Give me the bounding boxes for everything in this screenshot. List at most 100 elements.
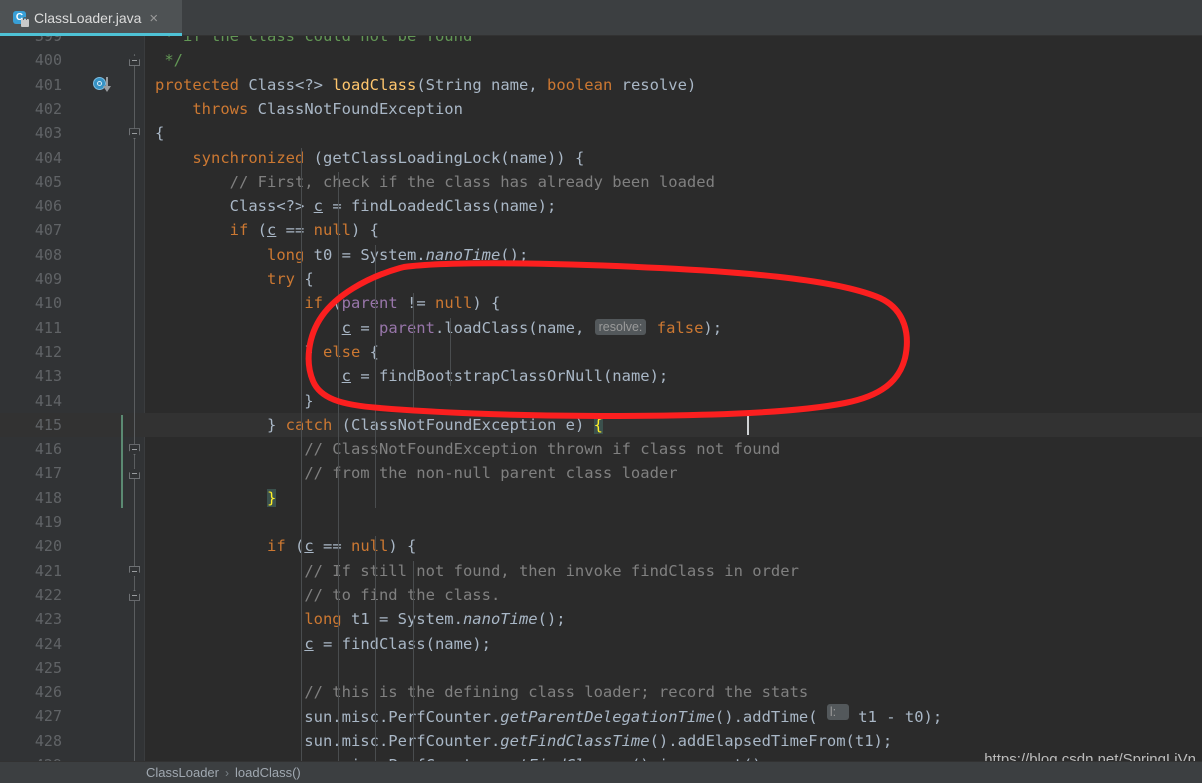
code-text: long t1 = System.nanoTime(); [304,610,566,629]
text-caret [747,414,750,435]
code-line[interactable]: 404 synchronized (getClassLoadingLock(na… [0,146,1202,170]
breadcrumb-separator: › [225,765,229,780]
line-number: 404 [34,148,62,167]
lock-icon [21,17,29,27]
code-line[interactable]: 419 [0,510,1202,534]
code-text: } catch (ClassNotFoundException e) { [155,415,603,434]
code-line[interactable]: 418 } [0,486,1202,510]
line-number: 405 [34,172,62,191]
line-number: 415 [34,415,62,434]
code-line[interactable]: 416 // ClassNotFoundException thrown if … [0,437,1202,461]
code-text: sun.misc.PerfCounter.getFindClasses().in… [155,753,771,761]
code-text: * if the class could not be found [155,36,473,45]
code-line[interactable]: 413 c = findBootstrapClassOrNull(name); [0,364,1202,388]
code-line[interactable]: 401 protected Class<?> loadClass(String n… [0,73,1202,97]
editor-tab-bar: C ClassLoader.java × [0,0,1202,36]
code-text: { [155,124,165,143]
line-number: 401 [34,75,62,94]
line-number: 410 [34,294,62,313]
line-number: 412 [34,342,62,361]
line-number: 403 [34,124,62,143]
line-number: 411 [34,318,62,337]
code-line[interactable]: 400 */ [0,48,1202,72]
code-editor[interactable]: 399 * if the class could not be found 400… [0,36,1202,761]
indent-guide [412,293,414,411]
code-line[interactable]: 409 try { [0,267,1202,291]
indent-guide [375,536,377,761]
code-line[interactable]: 417 // from the non-null parent class lo… [0,461,1202,485]
code-text: */ [155,51,183,70]
code-line[interactable]: 405 // First, check if the class has alr… [0,170,1202,194]
code-line[interactable]: 410 if (parent != null) { [0,291,1202,315]
overridden-method-marker-icon[interactable] [93,76,111,94]
line-number: 422 [34,585,62,604]
code-text: sun.misc.PerfCounter.getFindClassTime().… [155,731,893,750]
code-line[interactable]: 426 // this is the defining class loader… [0,680,1202,704]
line-number: 407 [34,221,62,240]
code-line[interactable]: 412 } else { [0,340,1202,364]
code-text: // this is the defining class loader; re… [304,683,809,702]
indent-guide [338,171,340,761]
code-text: synchronized (getClassLoadingLock(name))… [192,148,585,167]
code-text: throws ClassNotFoundException [192,99,463,118]
line-number: 416 [34,440,62,459]
code-text: c = findClass(name); [304,634,491,653]
code-text: Class<?> c = findLoadedClass(name); [155,197,557,216]
line-number: 402 [34,99,62,118]
code-line[interactable]: 423 long t1 = System.nanoTime(); [0,607,1202,631]
line-number: 400 [34,51,62,70]
code-text: sun.misc.PerfCounter.getParentDelegation… [155,704,943,727]
code-text: try { [266,270,314,288]
code-line[interactable]: 424 c = findClass(name); [0,632,1202,656]
code-text: // from the non-null parent class loader [304,464,678,483]
code-line[interactable]: 402 throws ClassNotFoundException [0,97,1202,121]
code-line[interactable]: 407 if (c == null) { [0,218,1202,242]
code-line[interactable]: 414 } [0,389,1202,413]
code-line[interactable]: 415 } catch (ClassNotFoundException e) { [0,412,1202,438]
code-line[interactable]: 422 // to find the class. [0,583,1202,607]
code-text: if (parent != null) { [304,294,501,313]
line-number: 429 [0,753,62,761]
line-number: 418 [34,488,62,507]
code-line[interactable]: 411 c = parent.loadClass(name, resolve: … [0,316,1202,340]
code-text: // First, check if the class has already… [229,172,715,191]
code-line[interactable]: 427 sun.misc.PerfCounter.getParentDelega… [0,704,1202,728]
close-icon[interactable]: × [149,11,158,26]
code-line[interactable]: 425 [0,656,1202,680]
code-line[interactable]: 406 Class<?> c = findLoadedClass(name); [0,194,1202,218]
code-text: } [266,488,277,507]
code-line[interactable]: 421 // If still not found, then invoke f… [0,559,1202,583]
code-line[interactable]: 403 { [0,121,1202,145]
code-text: c = parent.loadClass(name, resolve: fals… [341,318,723,337]
line-number: 413 [34,367,62,386]
code-line[interactable]: 428 sun.misc.PerfCounter.getFindClassTim… [0,729,1202,753]
java-class-locked-icon: C [12,10,29,27]
line-number: 424 [34,634,62,653]
line-number: 427 [34,707,62,726]
code-line[interactable]: 420 if (c == null) { [0,534,1202,558]
tab-classloader-java[interactable]: C ClassLoader.java × [0,0,182,36]
vcs-change-marker[interactable] [121,414,123,508]
line-number: 423 [34,610,62,629]
code-text: if (c == null) { [266,537,417,556]
line-number: 409 [34,270,62,288]
breadcrumb-item-method[interactable]: loadClass() [235,765,301,780]
code-text: } [155,391,314,410]
line-number: 408 [34,245,62,264]
code-text: // ClassNotFoundException thrown if clas… [304,440,781,459]
code-text: protected Class<?> loadClass(String name… [155,75,697,94]
tab-label: ClassLoader.java [34,10,142,26]
indent-guide [375,244,377,508]
code-text: long t0 = System.nanoTime(); [266,245,529,264]
breadcrumb-item-class[interactable]: ClassLoader [146,765,219,780]
line-number: 419 [34,513,62,531]
code-text: if (c == null) { [229,221,379,240]
line-number: 417 [34,464,62,483]
code-text: // to find the class. [304,585,501,604]
indent-guide [301,147,302,761]
code-line[interactable]: 399 * if the class could not be found [0,36,1202,48]
line-number: 421 [34,561,62,580]
code-line[interactable]: 408 long t0 = System.nanoTime(); [0,243,1202,267]
indent-guide [412,560,414,761]
line-number: 428 [34,731,62,750]
